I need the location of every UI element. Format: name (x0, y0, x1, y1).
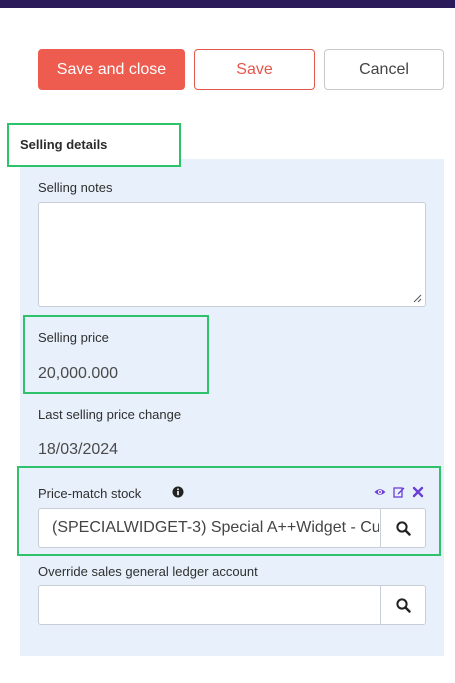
price-match-stock-search-button[interactable] (380, 509, 425, 547)
selling-price-label: Selling price (38, 330, 109, 345)
eye-icon[interactable] (374, 486, 386, 498)
top-bar (0, 0, 455, 8)
resize-handle-icon[interactable] (413, 294, 422, 303)
cancel-button[interactable]: Cancel (324, 49, 444, 90)
price-match-stock-value: (SPECIALWIDGET-3) Special A++Widget - Cu… (52, 519, 379, 536)
price-match-stock-label: Price-match stock (38, 486, 142, 501)
override-gl-label: Override sales general ledger account (38, 564, 258, 579)
search-icon (395, 520, 411, 536)
selling-price-value: 20,000.000 (38, 365, 119, 382)
price-match-stock-input[interactable]: (SPECIALWIDGET-3) Special A++Widget - Cu… (38, 508, 426, 548)
last-price-change-label: Last selling price change (38, 407, 182, 422)
last-price-change-value: 18/03/2024 (38, 441, 119, 458)
override-gl-value (52, 586, 379, 624)
override-gl-input[interactable] (38, 585, 426, 625)
selling-notes-textarea[interactable] (38, 202, 426, 307)
save-and-close-button[interactable]: Save and close (38, 49, 185, 90)
selling-notes-label: Selling notes (38, 180, 113, 195)
info-circle-icon[interactable] (172, 486, 184, 498)
override-gl-search-button[interactable] (380, 586, 425, 624)
section-title: Selling details (20, 137, 108, 152)
save-button[interactable]: Save (194, 49, 315, 90)
edit-icon[interactable] (393, 486, 405, 498)
search-icon (395, 597, 411, 613)
remove-icon[interactable] (412, 486, 424, 498)
